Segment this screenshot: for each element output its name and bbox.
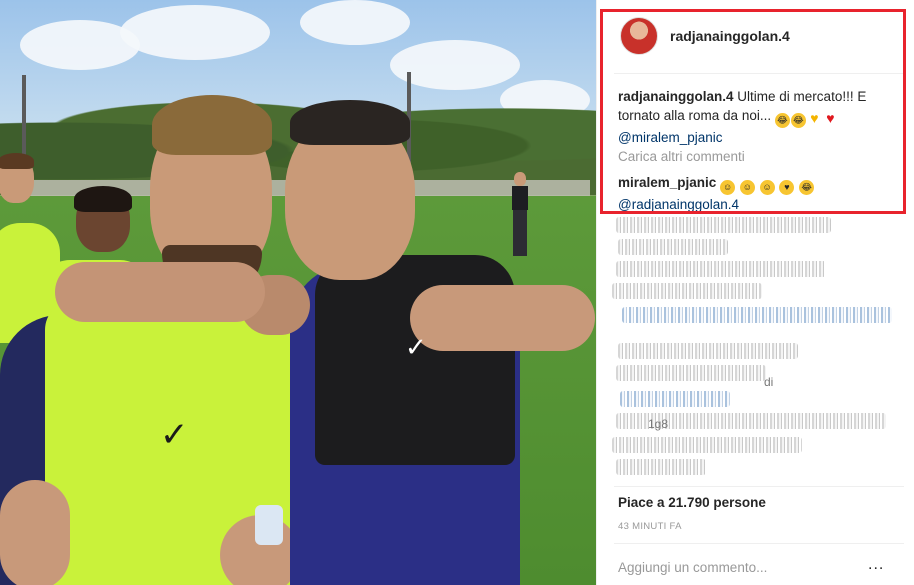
- caption-username[interactable]: radjanainggolan.4: [618, 89, 734, 104]
- avatar[interactable]: [620, 17, 658, 55]
- header-divider: [614, 73, 904, 74]
- comment-username[interactable]: miralem_pjanic: [618, 175, 716, 190]
- laughing-tears-emoji-icon: 😂: [799, 180, 815, 195]
- smiling-emoji-icon: ☺: [759, 180, 775, 195]
- laughing-tears-emoji-icon: 😂: [790, 113, 806, 128]
- nike-logo: ✓: [160, 415, 189, 455]
- caption-mention[interactable]: @miralem_pjanic: [618, 130, 723, 145]
- cloud: [300, 0, 410, 45]
- likes-count[interactable]: Piace a 21.790 persone: [618, 495, 766, 510]
- post-caption: radjanainggolan.4 Ultime di mercato!!! E…: [618, 87, 902, 147]
- comment-divider: [614, 543, 904, 544]
- redacted-fragment: 1g8: [648, 417, 669, 431]
- heart-eyes-emoji-icon: ♥: [779, 180, 795, 195]
- post-timestamp: 43 MINUTI FA: [618, 521, 682, 532]
- add-comment-input[interactable]: Aggiungi un commento...: [618, 560, 767, 575]
- post-photo[interactable]: ✓ ✓: [0, 0, 596, 585]
- smiling-emoji-icon: ☺: [739, 180, 755, 195]
- laughing-tears-emoji-icon: 😂: [774, 113, 790, 128]
- smiling-emoji-icon: ☺: [720, 180, 736, 195]
- comment-item: miralem_pjanic ☺ ☺ ☺ ♥ 😂 @radjanainggola…: [618, 173, 902, 214]
- arm-over-shoulder: [55, 262, 265, 322]
- red-heart-icon: ♥: [826, 110, 835, 126]
- nike-logo: ✓: [405, 333, 427, 363]
- redacted-fragment: di: [764, 375, 774, 389]
- redacted-comments: di 1g8: [612, 215, 902, 485]
- water-bottle: [255, 505, 283, 545]
- load-more-comments[interactable]: Carica altri commenti: [618, 149, 745, 164]
- author-username[interactable]: radjanainggolan.4: [670, 28, 790, 44]
- yellow-heart-icon: ♥: [810, 110, 819, 126]
- actions-divider: [614, 486, 904, 487]
- more-options-icon[interactable]: ...: [868, 556, 884, 574]
- post-header: radjanainggolan.4: [620, 14, 900, 58]
- cloud: [120, 5, 270, 60]
- comment-mention[interactable]: @radjanainggolan.4: [618, 197, 739, 212]
